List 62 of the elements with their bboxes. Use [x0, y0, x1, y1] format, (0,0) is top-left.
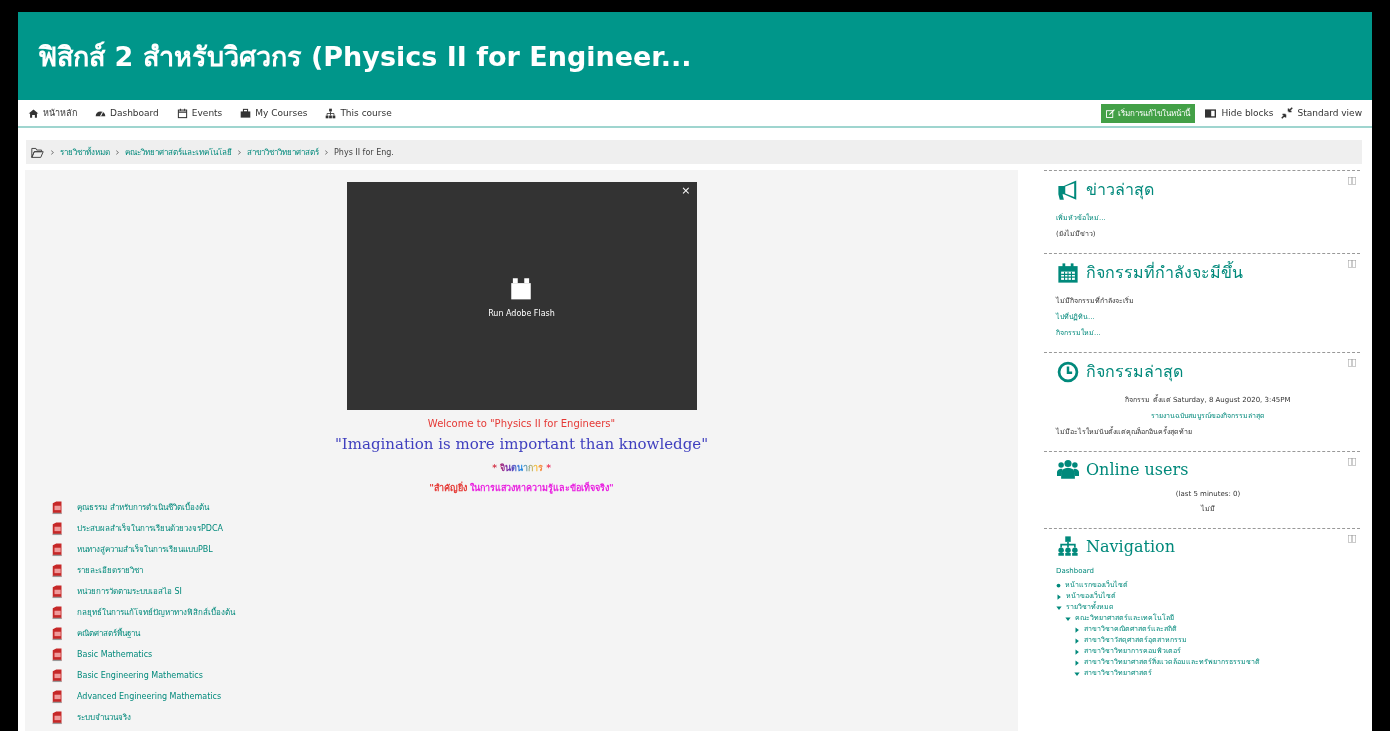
pdf-file-icon — [51, 709, 65, 725]
nav-link[interactable]: This course — [325, 107, 392, 119]
pdf-file-icon — [51, 604, 65, 620]
pdf-file-icon — [51, 520, 65, 536]
panel-icon — [1202, 107, 1218, 119]
compress-icon — [1281, 107, 1294, 119]
calendar-icon — [176, 107, 188, 119]
pdf-file-icon — [51, 562, 65, 578]
pdf-file-icon — [51, 541, 65, 557]
pencil-icon — [1105, 108, 1115, 118]
home-icon — [28, 107, 39, 119]
nav-link[interactable]: Dashboard — [95, 107, 159, 119]
quote-text: "Imagination is more important than knowledge" — [334, 435, 709, 453]
folder-icon — [30, 145, 45, 159]
chevron-icon — [237, 148, 242, 156]
users-icon — [1056, 458, 1080, 480]
resource-link[interactable]: Basic Engineering Mathematics — [77, 670, 203, 680]
pdf-file-icon — [51, 625, 65, 641]
briefcase-icon — [240, 107, 252, 119]
pdf-file-icon — [51, 688, 65, 704]
block-title: Online users — [1086, 459, 1190, 479]
clock-icon — [1056, 360, 1080, 383]
block-title: กิจกรรมล่าสุด — [1086, 361, 1184, 384]
breadcrumb-link[interactable]: คณะวิทยาศาสตร์และเทคโนโลยี — [125, 145, 232, 159]
breadcrumb-link[interactable]: รายวิชาทั้งหมด — [60, 145, 110, 159]
edit-button[interactable]: เริ่มการแก้ไขในหน้านี้ — [1100, 103, 1195, 123]
breadcrumb-link[interactable]: สาขาวิชาวิทยาศาสตร์ — [247, 145, 319, 159]
block-title: ข่าวล่าสุด — [1086, 179, 1155, 202]
standard-view-link[interactable]: Standard view — [1281, 107, 1362, 119]
hide-blocks-link[interactable]: Hide blocks — [1202, 107, 1274, 119]
resource-link[interactable]: หน่วยการวัดตามระบบเอสไอ SI — [77, 584, 182, 598]
flash-run-label[interactable]: Run Adobe Flash — [488, 308, 555, 318]
sitemap-icon — [325, 107, 337, 119]
pdf-file-icon — [51, 583, 65, 599]
close-button[interactable]: × — [681, 184, 691, 197]
imagination-text: * จินตนาการ * — [492, 461, 551, 475]
calendar-icon — [1056, 261, 1080, 284]
pdf-file-icon — [51, 667, 65, 683]
resource-link[interactable]: กลยุทธ์ในการแก้โจทย์ปัญหาทางฟิสิกส์เบื้องต้น — [77, 605, 235, 619]
resource-link[interactable]: Basic Mathematics — [77, 649, 153, 659]
nav-link[interactable]: My Courses — [240, 107, 308, 119]
pdf-file-icon — [51, 499, 65, 515]
block-title: Navigation — [1086, 536, 1176, 556]
chevron-icon — [115, 148, 120, 156]
block-title: กิจกรรมที่กำลังจะมีขึ้น — [1086, 260, 1244, 284]
resource-link[interactable]: ประสบผลสำเร็จในการเรียนด้วยวงจรPDCA — [77, 521, 224, 535]
bullet-icon — [1056, 583, 1061, 588]
resource-link[interactable]: หนทางสู่ความสำเร็จในการเรียนแบบPBL — [77, 542, 213, 556]
course-title: ฟิสิกส์ 2 สำหรับวิศวกร (Physics II for Engineer... — [38, 39, 692, 74]
resource-link[interactable]: Advanced Engineering Mathematics — [77, 691, 222, 701]
welcome-text: Welcome to "Physics II for Engineers" — [427, 418, 616, 429]
nav-link[interactable]: Events — [176, 107, 223, 119]
resource-link[interactable]: คณิตศาสตร์พื้นฐาน — [77, 626, 140, 640]
importance-text: "สำคัญยิ่ง ในการแสวงหาความรู้และข้อเท็จจริง" — [429, 481, 614, 495]
pdf-file-icon — [51, 646, 65, 662]
chevron-icon — [324, 148, 329, 156]
resource-link[interactable]: รายละเอียดรายวิชา — [77, 563, 143, 577]
resource-link[interactable]: คุณธรรม สำหรับการดำเนินชีวิตเบื้องต้น — [77, 500, 209, 514]
sitemap-icon — [1056, 535, 1080, 557]
chevron-icon — [50, 148, 55, 156]
resource-link[interactable]: ระบบจำนวนจริง — [77, 710, 131, 724]
nav-link[interactable]: หน้าหลัก — [28, 106, 77, 120]
